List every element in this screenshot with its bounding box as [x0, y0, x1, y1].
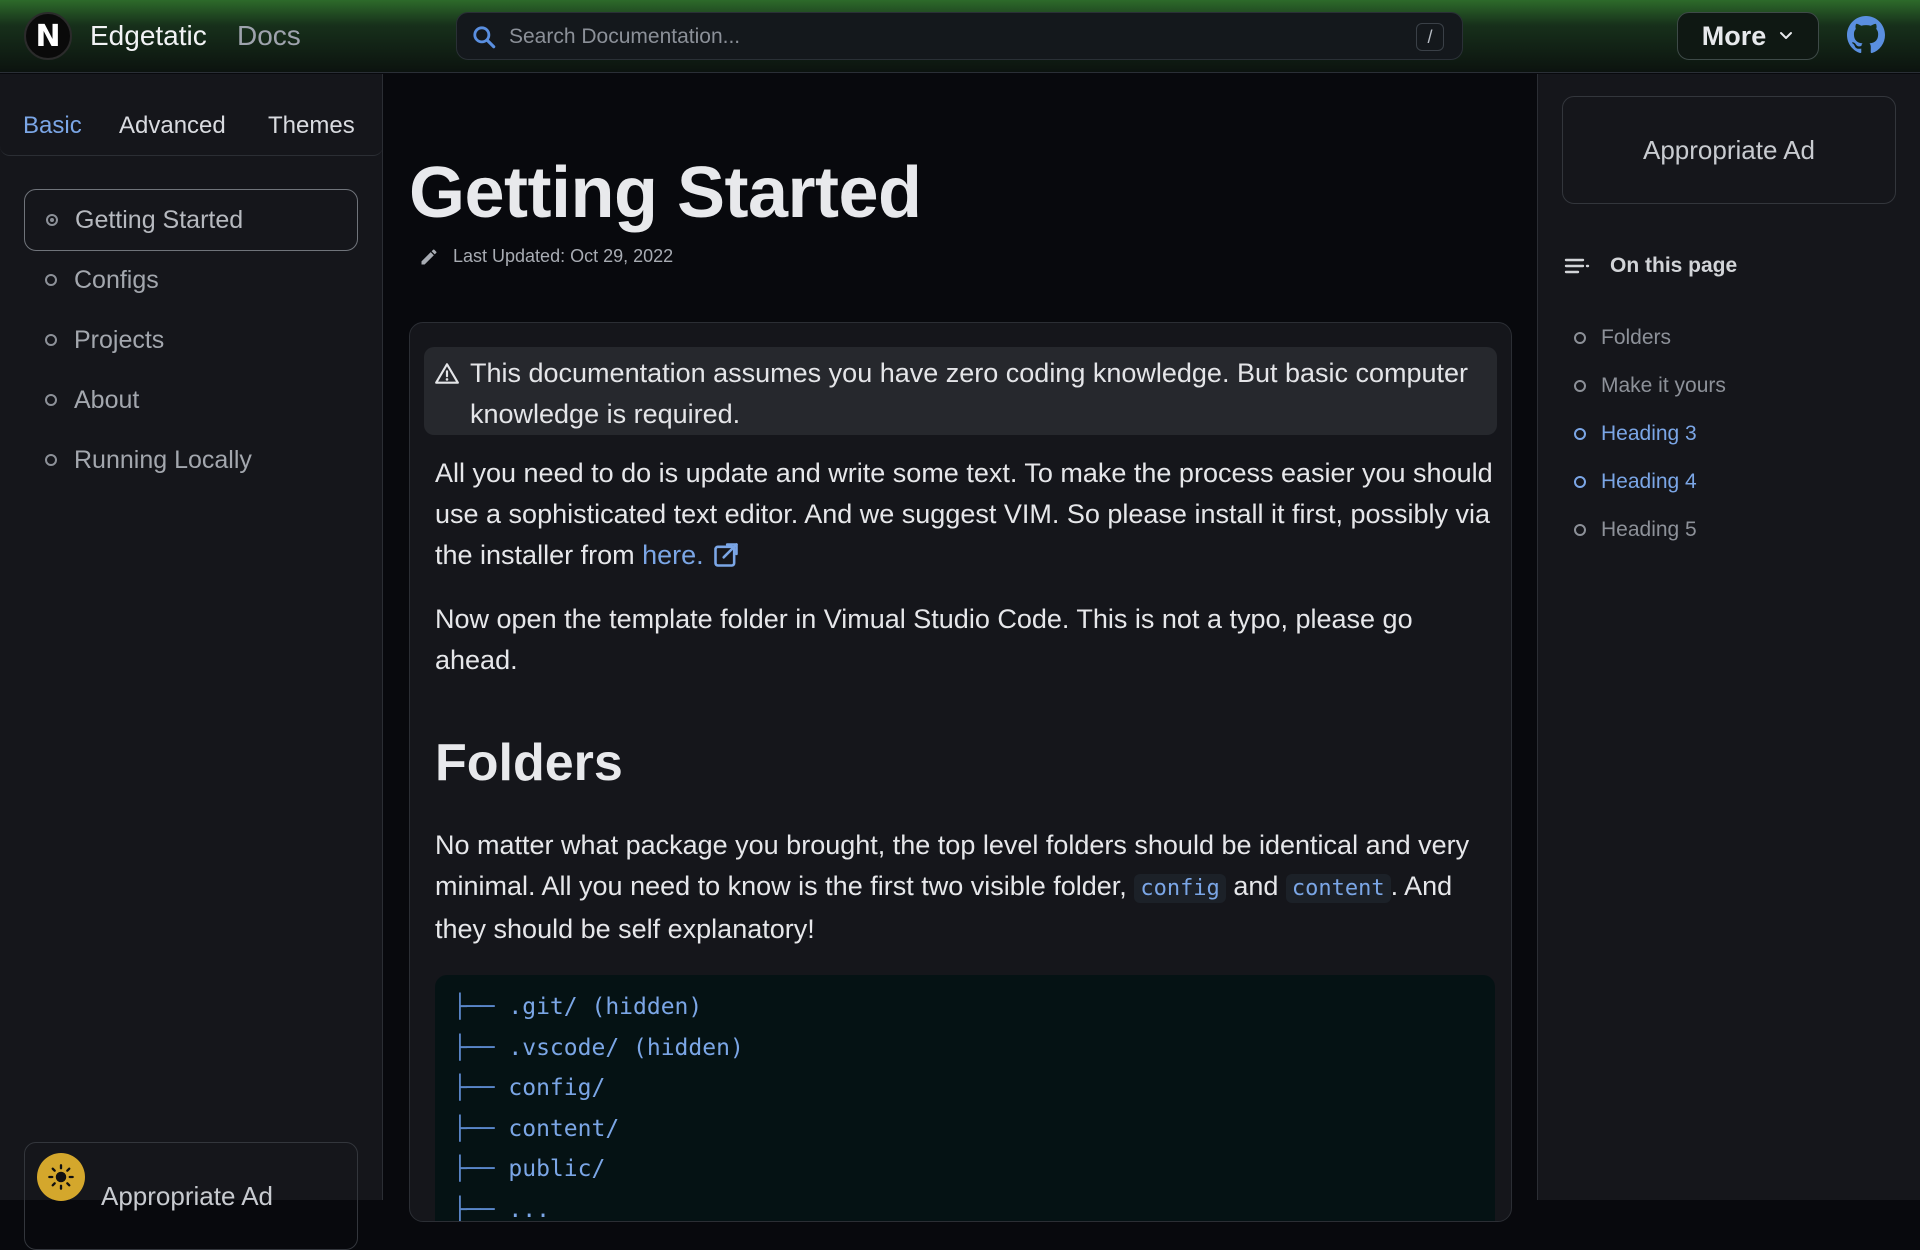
- toc-item-label: Heading 4: [1601, 470, 1697, 493]
- external-link-icon[interactable]: [712, 541, 740, 569]
- toc-item-label: Heading 3: [1601, 422, 1697, 445]
- toc-item-heading-3[interactable]: Heading 3: [1574, 422, 1697, 446]
- sidebar-item-running-locally[interactable]: Running Locally: [24, 429, 358, 491]
- bullet-icon: [1574, 524, 1586, 536]
- bullet-icon: [46, 214, 58, 226]
- folders-paragraph: No matter what package you brought, the …: [435, 825, 1495, 950]
- list-icon: [1564, 258, 1590, 274]
- code-line: ├── .vscode/ (hidden): [453, 1034, 744, 1061]
- sidebar-item-configs[interactable]: Configs: [24, 249, 358, 311]
- top-navbar: N Edgetatic Docs Search Documentation...…: [0, 0, 1920, 73]
- bullet-icon: [1574, 380, 1586, 392]
- toc-item-folders[interactable]: Folders: [1574, 326, 1671, 350]
- bullet-icon: [1574, 476, 1586, 488]
- github-icon[interactable]: [1847, 16, 1885, 54]
- search-icon: [473, 26, 496, 49]
- bullet-icon: [45, 274, 57, 286]
- bullet-icon: [45, 394, 57, 406]
- toc-item-label: Heading 5: [1601, 518, 1697, 541]
- logo-icon[interactable]: N: [24, 12, 72, 60]
- theme-toggle-sun-icon[interactable]: [37, 1153, 85, 1201]
- bullet-icon: [1574, 332, 1586, 344]
- content-card: This documentation assumes you have zero…: [409, 322, 1512, 1222]
- intro-text: All you need to do is update and write s…: [435, 458, 1493, 570]
- pencil-icon: [421, 248, 437, 264]
- toc-item-heading-5[interactable]: Heading 5: [1574, 518, 1697, 542]
- toc-item-heading-4[interactable]: Heading 4: [1574, 470, 1697, 494]
- callout-text: This documentation assumes you have zero…: [470, 358, 1469, 429]
- inline-code-content: content: [1285, 874, 1391, 903]
- right-sidebar: Appropriate Ad On this page Folders Make…: [1537, 74, 1920, 1200]
- code-line: ├── .git/ (hidden): [453, 994, 703, 1020]
- code-line: ├── config/: [453, 1075, 606, 1101]
- sidebar-ad[interactable]: Appropriate Ad: [24, 1142, 358, 1250]
- intro-paragraph: All you need to do is update and write s…: [435, 453, 1495, 576]
- inline-code-config: config: [1134, 874, 1226, 903]
- code-line: ├── public/: [453, 1156, 606, 1182]
- last-updated: Last Updated: Oct 29, 2022: [419, 246, 673, 267]
- bullet-icon: [1574, 428, 1586, 440]
- code-line: ├── content/: [453, 1115, 620, 1142]
- tab-basic[interactable]: Basic: [23, 112, 82, 140]
- more-label: More: [1701, 20, 1767, 51]
- sidebar-item-label: About: [74, 385, 140, 414]
- info-callout: This documentation assumes you have zero…: [424, 347, 1497, 435]
- toc-item-make-it-yours[interactable]: Make it yours: [1574, 374, 1726, 398]
- main-content: Getting Started Last Updated: Oct 29, 20…: [384, 74, 1536, 1222]
- toc-title: On this page: [1610, 254, 1738, 277]
- right-ad[interactable]: Appropriate Ad: [1562, 96, 1896, 204]
- toc-item-label: Folders: [1601, 326, 1672, 349]
- warning-icon: [435, 363, 459, 384]
- search-shortcut-key: /: [1416, 23, 1444, 51]
- sidebar-item-label: Configs: [74, 265, 159, 294]
- code-line: ├── ...: [453, 1196, 550, 1222]
- toc-header: On this page: [1564, 254, 1737, 278]
- search-input[interactable]: Search Documentation... /: [456, 12, 1463, 60]
- sidebar-item-label: Projects: [74, 325, 165, 354]
- page-title: Getting Started: [409, 153, 922, 233]
- bullet-icon: [45, 334, 57, 346]
- tab-advanced[interactable]: Advanced: [119, 112, 226, 140]
- bullet-icon: [45, 454, 57, 466]
- ad-label: Appropriate Ad: [101, 1181, 274, 1211]
- folder-tree-codeblock: ├── .git/ (hidden) ├── .vscode/ (hidden)…: [435, 975, 1495, 1222]
- sidebar-item-getting-started[interactable]: Getting Started: [24, 189, 358, 251]
- left-sidebar: Basic Advanced Themes Getting Started Co…: [0, 74, 383, 1250]
- sidebar-item-label: Running Locally: [74, 445, 252, 474]
- brand-name[interactable]: Edgetatic: [90, 20, 207, 52]
- docs-label[interactable]: Docs: [237, 20, 301, 52]
- open-folder-paragraph: Now open the template folder in Vimual S…: [435, 604, 1413, 675]
- folders-text-b: and: [1233, 871, 1279, 901]
- search-placeholder: Search Documentation...: [509, 25, 741, 48]
- more-menu-button[interactable]: More: [1677, 12, 1819, 60]
- installer-link[interactable]: here.: [642, 540, 704, 570]
- chevron-down-icon: [1780, 32, 1793, 39]
- sidebar-item-projects[interactable]: Projects: [24, 309, 358, 371]
- tab-themes[interactable]: Themes: [268, 112, 355, 140]
- sidebar-item-about[interactable]: About: [24, 369, 358, 431]
- last-updated-text: Last Updated: Oct 29, 2022: [453, 246, 674, 266]
- toc-item-label: Make it yours: [1601, 374, 1726, 397]
- sidebar-item-label: Getting Started: [75, 205, 244, 234]
- sidebar-tabs: Basic Advanced Themes: [0, 74, 383, 156]
- folders-heading: Folders: [435, 734, 623, 792]
